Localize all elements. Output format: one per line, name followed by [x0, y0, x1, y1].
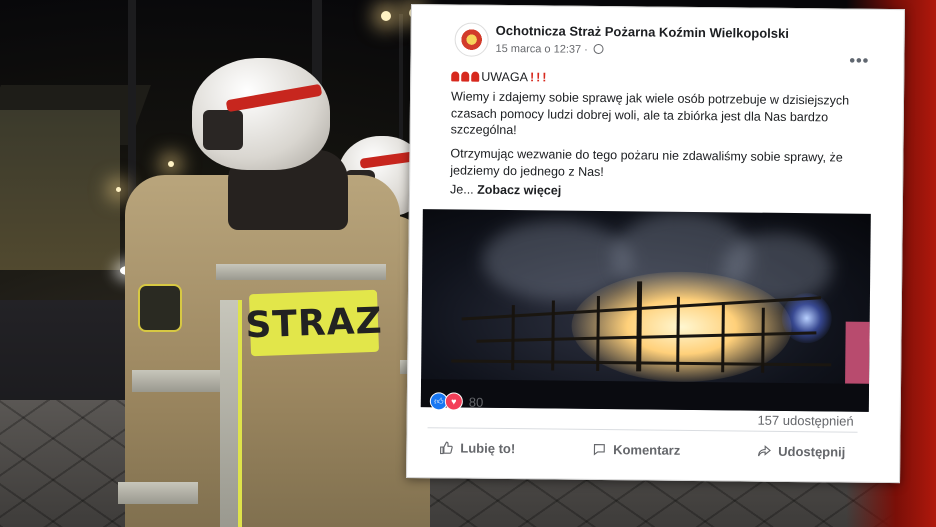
neighbouring-house: [845, 321, 870, 384]
page-name-link[interactable]: Ochotnicza Straż Pożarna Koźmin Wielkopo…: [496, 23, 789, 41]
post-paragraph-1: Wiemy i zdajemy sobie sprawę jak wiele o…: [450, 89, 850, 138]
reflective-stripe: [220, 300, 238, 527]
helmet-visor: [203, 110, 243, 150]
meta-separator: ·: [584, 43, 588, 56]
siren-icon: [461, 71, 470, 82]
street-light: [116, 187, 121, 192]
post-headline: UWAGA!!!: [451, 68, 871, 89]
exclamation-icon: !: [542, 70, 547, 85]
post-paragraph-2: Otrzymując wezwanie do tego pożaru nie z…: [450, 146, 843, 179]
comment-label: Komentarz: [613, 441, 681, 458]
street-light: [381, 11, 391, 21]
reflective-stripe: [216, 264, 386, 280]
share-arrow-icon: [757, 444, 771, 456]
post-paragraph-3: Je... Zobacz więcej: [450, 181, 870, 202]
ground-shadow: [420, 379, 870, 412]
thumbs-up-icon: [440, 441, 453, 454]
globe-icon: [593, 43, 605, 55]
chimney: [636, 281, 643, 372]
reaction-count: 80: [468, 394, 484, 410]
facebook-post-card: Ochotnicza Straż Pożarna Koźmin Wielkopo…: [406, 4, 905, 484]
post-meta: 15 marca o 12:37 ·: [495, 43, 605, 56]
share-count[interactable]: 157 udostępnień: [757, 413, 853, 429]
reflective-stripe: [132, 370, 222, 392]
comment-icon: [593, 443, 605, 455]
exclamation-icon: !: [536, 70, 541, 85]
exclamation-icon: !: [529, 70, 535, 85]
fire-glow: [571, 270, 793, 384]
shoulder-patch: [138, 284, 182, 332]
share-label: Udostępnij: [778, 443, 846, 460]
siren-icon: [471, 71, 480, 82]
more-options-icon[interactable]: •••: [849, 53, 869, 71]
street-light: [168, 161, 174, 167]
house: [0, 110, 120, 270]
share-button[interactable]: Udostępnij: [745, 439, 857, 463]
jacket-label: STRAZ: [245, 289, 383, 357]
uwaga-text: UWAGA: [481, 69, 529, 85]
fire-brigade-logo: [459, 27, 484, 52]
reactions-summary[interactable]: 👍︎ ♥ 80: [429, 392, 484, 411]
like-button[interactable]: Lubię to!: [427, 436, 527, 460]
truncated-text: Je...: [449, 182, 474, 197]
yellow-stripe: [238, 300, 242, 527]
page-avatar[interactable]: [454, 22, 489, 57]
post-photo-fire[interactable]: [420, 209, 871, 412]
post-actions-bar: Lubię to! Komentarz Udostępnij: [427, 432, 857, 467]
reflective-stripe: [118, 482, 198, 504]
siren-icon: [451, 71, 460, 82]
love-reaction-icon: ♥: [444, 392, 463, 411]
like-label: Lubię to!: [460, 440, 516, 456]
comment-button[interactable]: Komentarz: [580, 437, 692, 461]
post-date[interactable]: 15 marca o 12:37: [495, 43, 581, 56]
see-more-link[interactable]: Zobacz więcej: [477, 183, 561, 198]
